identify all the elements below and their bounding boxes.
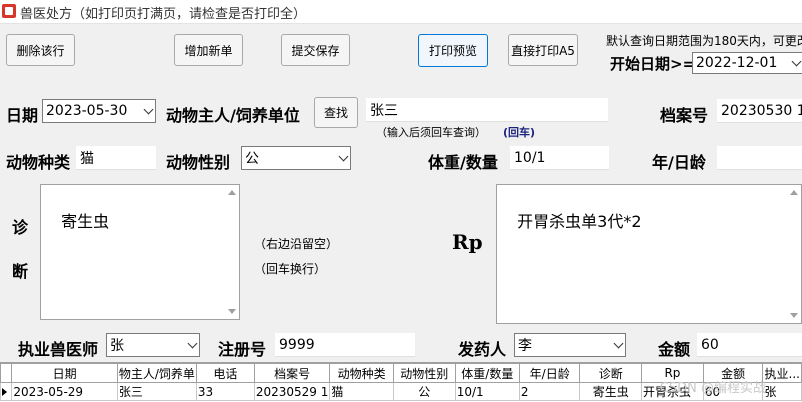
dispenser-label: 发药人 — [458, 340, 507, 359]
date-picker[interactable]: 2023-05-30 — [42, 99, 156, 123]
column-header[interactable]: 体重/数量 — [454, 363, 520, 383]
sex-value: 公 — [245, 151, 259, 167]
column-header[interactable]: 年/日龄 — [518, 363, 581, 383]
owner-input[interactable]: 张三 — [366, 98, 608, 122]
chevron-down-icon — [143, 104, 154, 115]
date-label: 日期 — [6, 106, 39, 125]
row-header-corner — [0, 363, 13, 383]
table-cell[interactable]: 20230529 1 — [253, 382, 331, 401]
title-bar: 兽医处方（如打印页打满页，请检查是否打印全） — [0, 0, 802, 24]
age-input[interactable] — [717, 146, 802, 170]
submit-save-button[interactable]: 提交保存 — [281, 34, 350, 66]
table-cell[interactable]: 33 — [195, 382, 255, 401]
margin-note-1: （右边沿留空） — [254, 237, 339, 251]
column-header[interactable]: 动物性别 — [392, 363, 456, 383]
table-cell[interactable]: 猫 — [329, 382, 394, 401]
current-row-icon — [2, 387, 7, 396]
table-cell[interactable]: 2 — [518, 382, 581, 401]
reg-label: 注册号 — [218, 340, 267, 359]
rp-label: Rp — [452, 230, 483, 254]
find-button[interactable]: 查找 — [314, 97, 358, 128]
scroll-down-icon[interactable] — [228, 309, 236, 314]
margin-note-2: （回车换行） — [254, 262, 327, 276]
scroll-up-icon[interactable] — [790, 190, 798, 195]
add-new-button[interactable]: 增加新单 — [174, 34, 243, 66]
diagnosis-textarea[interactable]: 寄生虫 — [40, 184, 240, 320]
start-date-label: 开始日期>= — [610, 55, 696, 73]
table-cell[interactable]: 张三 — [116, 382, 197, 401]
amount-input[interactable]: 60 — [697, 333, 802, 357]
vet-select[interactable]: 张 — [106, 333, 200, 357]
column-header[interactable]: 档案号 — [253, 363, 331, 383]
diagnosis-text: 寄生虫 — [61, 212, 110, 231]
rp-textarea[interactable]: 开胃杀虫单3代*2 — [496, 184, 802, 324]
dispenser-select[interactable]: 李 — [514, 333, 626, 357]
age-label: 年/日龄 — [652, 153, 706, 172]
column-header[interactable]: 动物种类 — [329, 363, 394, 383]
column-header[interactable]: 执业... — [762, 363, 802, 383]
date-value: 2023-05-30 — [46, 103, 128, 119]
diagnosis-label-2: 断 — [12, 262, 29, 281]
diagnosis-scrollbar[interactable] — [225, 185, 239, 319]
print-a5-button[interactable]: 直接打印A5 — [508, 34, 578, 66]
sex-label: 动物性别 — [166, 153, 231, 172]
amount-label: 金额 — [658, 340, 691, 359]
table-cell[interactable]: 10/1 — [454, 382, 520, 401]
dispenser-value: 李 — [518, 338, 532, 354]
species-input[interactable]: 猫 — [76, 146, 156, 170]
print-preview-button[interactable]: 打印预览 — [418, 34, 488, 67]
chevron-down-icon — [613, 338, 624, 349]
sex-select[interactable]: 公 — [241, 146, 351, 170]
owner-hint: （输入后须回车查询） — [376, 126, 486, 139]
column-header[interactable]: 物主人/饲养单 — [116, 363, 197, 383]
table-cell[interactable]: 2023-05-29 — [11, 382, 118, 401]
column-header[interactable]: 日期 — [11, 363, 118, 383]
window-title: 兽医处方（如打印页打满页，请检查是否打印全） — [20, 7, 307, 22]
weight-label: 体重/数量 — [428, 153, 498, 172]
weight-input[interactable]: 10/1 — [510, 146, 609, 170]
chevron-down-icon — [338, 151, 349, 162]
owner-label: 动物主人/饲养单位 — [166, 106, 300, 125]
chevron-down-icon — [187, 338, 198, 349]
column-header[interactable]: 电话 — [195, 363, 255, 383]
vet-label: 执业兽医师 — [18, 340, 99, 359]
column-header[interactable]: 诊断 — [579, 363, 643, 383]
row-selector[interactable] — [0, 382, 13, 401]
owner-hint-enter: (回车) — [503, 126, 536, 139]
start-date-value: 2022-12-01 — [696, 55, 778, 71]
start-date-picker[interactable]: 2022-12-01 — [692, 52, 802, 74]
species-label: 动物种类 — [6, 153, 71, 172]
app-icon — [2, 4, 16, 18]
rp-text: 开胃杀虫单3代*2 — [517, 212, 642, 231]
file-no-input[interactable]: 20230530 1 — [717, 99, 802, 123]
vet-value: 张 — [110, 338, 124, 354]
rp-scrollbar[interactable] — [787, 185, 801, 323]
reg-input[interactable]: 9999 — [275, 333, 415, 357]
watermark: CSDN @编程实战 — [659, 381, 766, 396]
delete-row-button[interactable]: 删除该行 — [6, 34, 75, 66]
table-cell[interactable]: 寄生虫 — [579, 382, 643, 401]
scroll-down-icon[interactable] — [790, 313, 798, 318]
chevron-down-icon — [791, 56, 802, 67]
query-range-notice: 默认查询日期范围为180天内，可更改 — [606, 34, 802, 48]
table-cell[interactable]: 公 — [392, 382, 456, 401]
file-no-label: 档案号 — [660, 106, 709, 125]
diagnosis-label-1: 诊 — [12, 218, 29, 237]
table-cell[interactable]: 张 — [762, 382, 802, 401]
scroll-up-icon[interactable] — [228, 190, 236, 195]
